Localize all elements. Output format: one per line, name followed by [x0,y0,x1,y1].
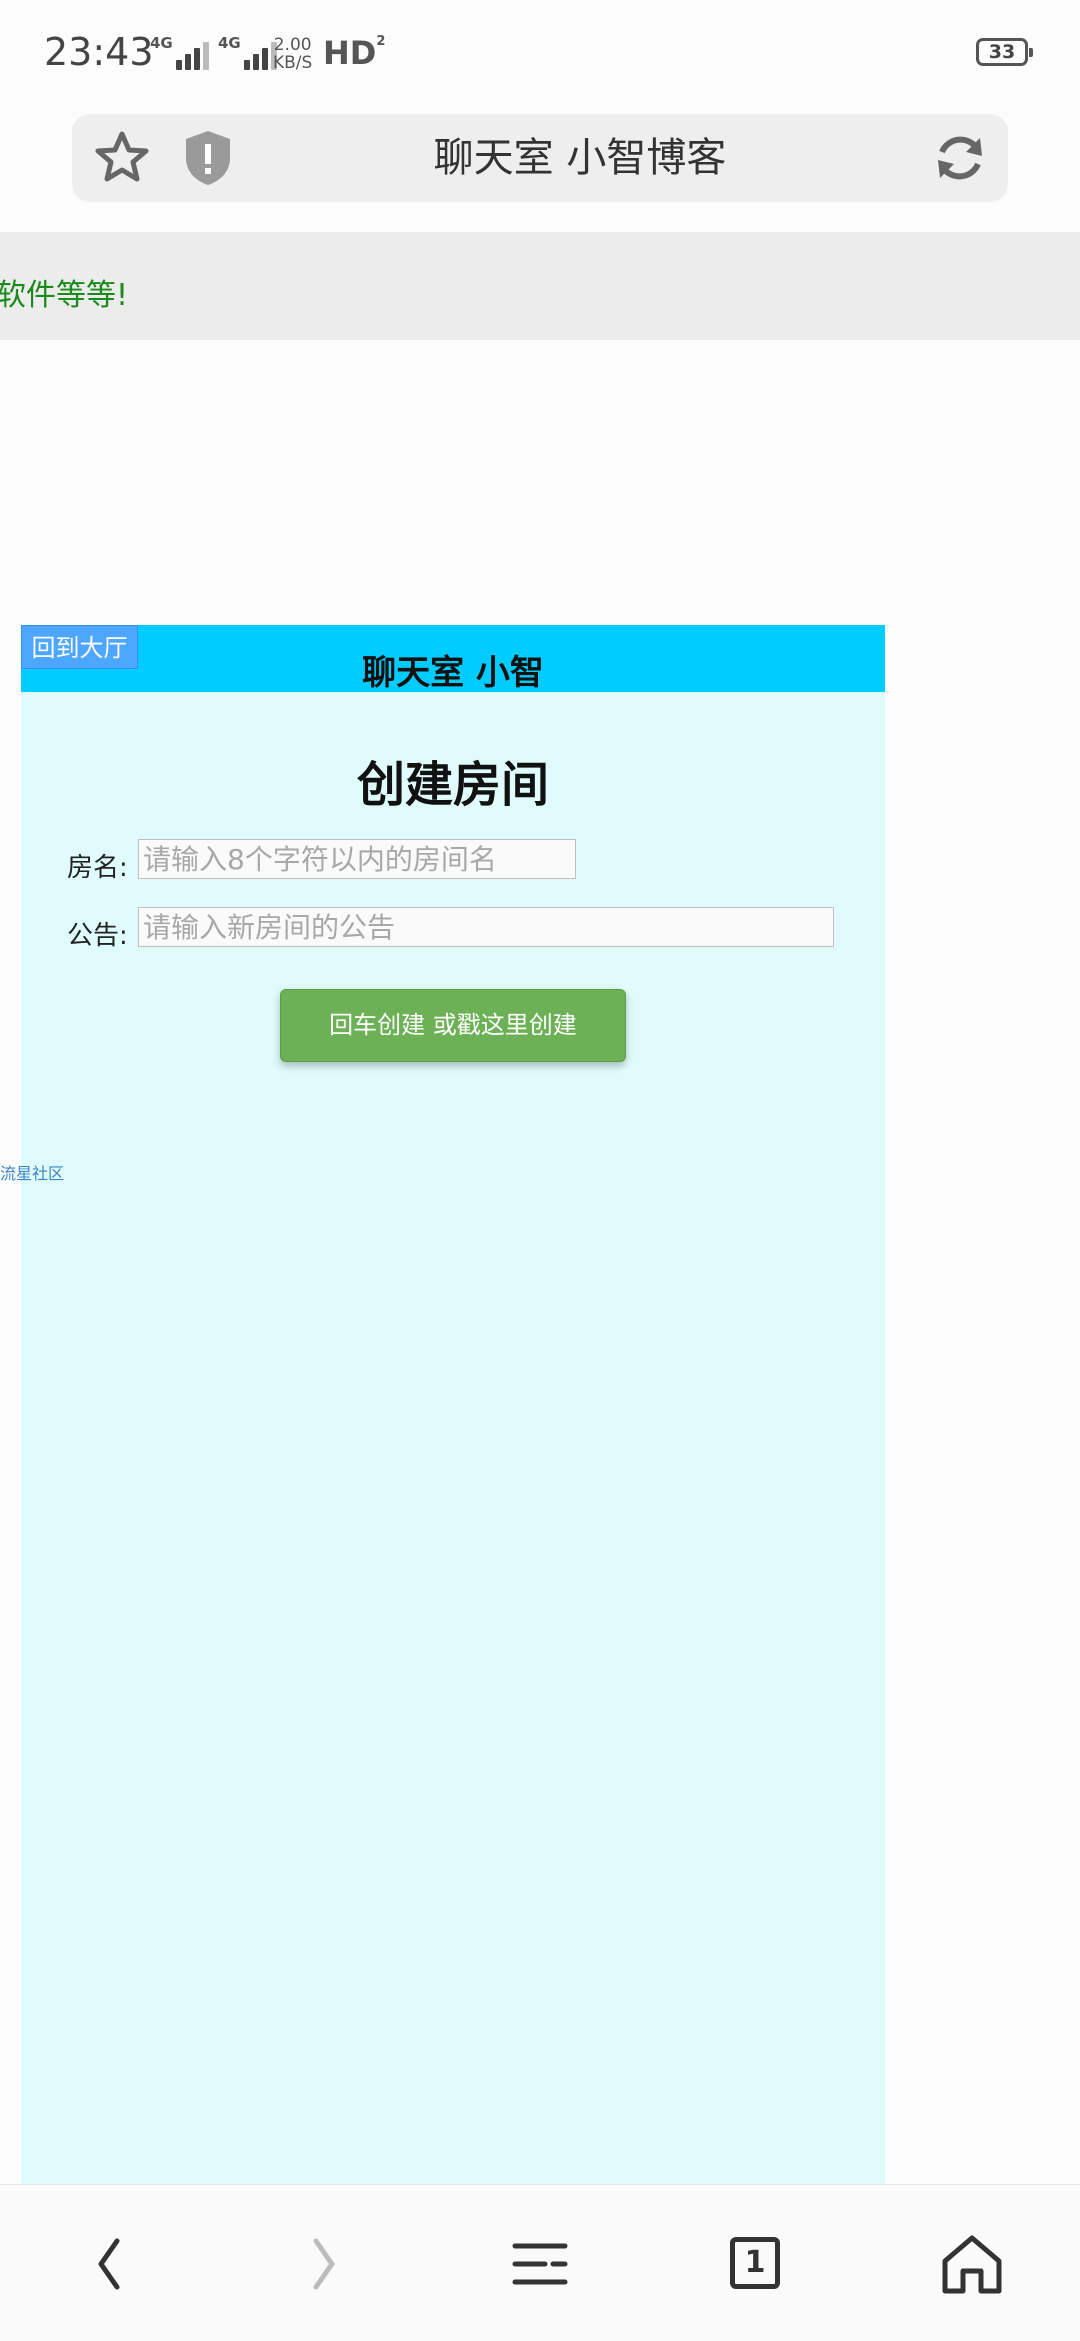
chat-title: 聊天室 小智 [362,653,544,693]
back-to-lobby-button[interactable]: 回到大厅 [21,625,138,669]
shield-icon[interactable] [182,128,234,188]
chat-header: 聊天室 小智 回到大厅 [21,625,885,693]
status-time: 23:43 [44,30,154,74]
reload-icon[interactable] [930,128,990,188]
tabs-icon[interactable]: 1 [720,2229,790,2299]
create-room-button[interactable]: 回车创建 或戳这里创建 [280,989,626,1062]
star-icon[interactable] [92,128,152,188]
room-name-input[interactable] [138,839,576,879]
home-icon[interactable] [937,2229,1007,2299]
notice-input[interactable] [138,907,834,947]
marquee-banner: 软件等等! [0,232,1080,340]
signal-icon: 4G [150,36,212,70]
menu-icon[interactable] [505,2229,575,2299]
page-title: 聊天室 小智博客 [433,135,727,181]
notice-label: 公告: [67,921,128,951]
marquee-text: 软件等等! [0,278,129,313]
network-speed: 2.00 KB/S [273,35,313,73]
bottom-nav: 1 [0,2184,1080,2341]
battery-icon: 33 [976,38,1033,66]
chat-panel: 聊天室 小智 回到大厅 创建房间 房名: 公告: 回车创建 或戳这里创建 [21,625,885,2185]
side-community-link[interactable]: 流星社区 [0,1160,64,1184]
room-name-label: 房名: [67,853,128,883]
status-bar: 23:43 4G 4G 2.00 KB/S HD2 33 [0,0,1080,108]
address-bar[interactable]: 聊天室 小智博客 [72,114,1008,202]
back-icon[interactable] [75,2229,145,2299]
create-room-heading: 创建房间 [356,757,549,813]
tab-count: 1 [730,2237,780,2289]
forward-icon[interactable] [288,2229,358,2299]
signal-icon-2: 4G [218,36,280,70]
hd-indicator: HD2 [323,34,386,72]
